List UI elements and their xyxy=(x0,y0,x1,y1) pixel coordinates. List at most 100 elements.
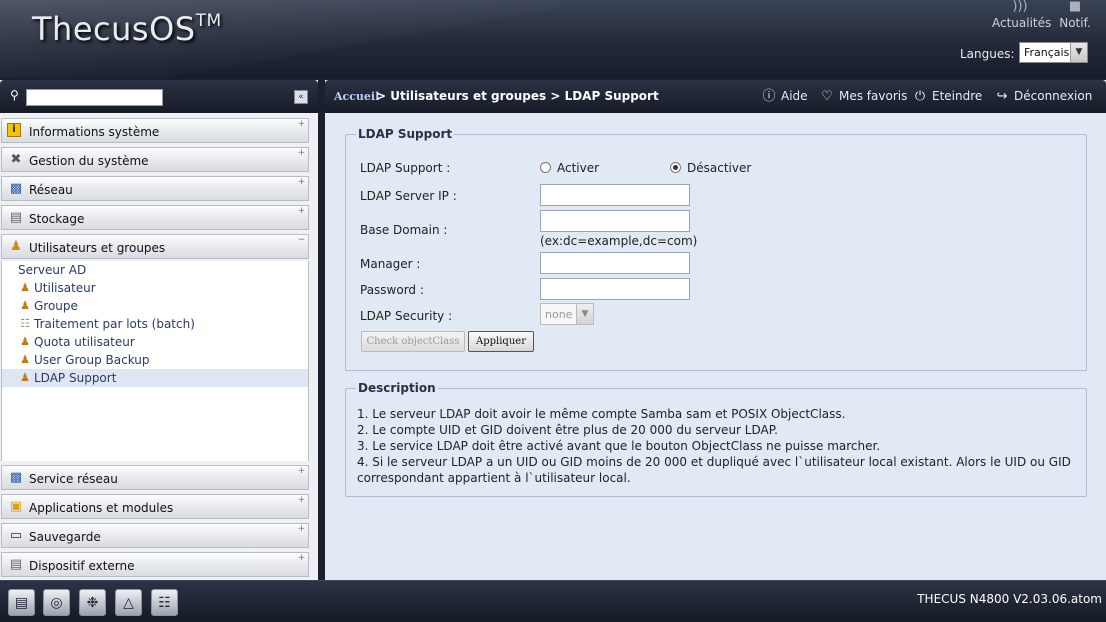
expand-icon[interactable]: + xyxy=(297,120,306,129)
logout-icon: ↪ xyxy=(996,89,1008,104)
service-icon: ▩ xyxy=(9,470,23,485)
menu-category-applications[interactable]: ▣ Applications et modules + xyxy=(1,494,309,519)
logo: ThecusOSTM xyxy=(32,10,222,48)
expand-icon[interactable]: + xyxy=(297,149,306,158)
collapse-icon[interactable]: − xyxy=(297,236,306,245)
expand-icon[interactable]: + xyxy=(297,178,306,187)
menu-category-label: Applications et modules xyxy=(29,501,174,515)
submenu-item-user[interactable]: ♟ Utilisateur xyxy=(2,279,308,297)
expand-icon[interactable]: + xyxy=(297,496,306,505)
manager-label: Manager : xyxy=(360,257,421,271)
submenu-item-ldap-support[interactable]: ♟ LDAP Support xyxy=(2,369,308,387)
submenu-item-ad-server[interactable]: Serveur AD xyxy=(2,261,308,279)
notifications-label: Notif. xyxy=(1059,16,1091,30)
language-value: Français xyxy=(1024,46,1070,59)
version-label: THECUS N4800 V2.03.06.atom xyxy=(917,592,1102,606)
menu-category-label: Informations système xyxy=(29,125,160,139)
news-button[interactable]: ))) Actualités xyxy=(992,0,1051,30)
menu-category-network[interactable]: ▩ Réseau + xyxy=(1,176,309,201)
submenu-item-batch[interactable]: ☷ Traitement par lots (batch) xyxy=(2,315,308,333)
menu-category-label: Dispositif externe xyxy=(29,559,135,573)
search-input[interactable] xyxy=(26,89,163,106)
info-icon: i xyxy=(7,123,21,137)
server-ip-input[interactable] xyxy=(540,184,690,206)
header: ThecusOSTM ))) Actualités ■ Notif. Langu… xyxy=(0,0,1106,78)
notification-icon: ■ xyxy=(1068,0,1082,14)
submenu-item-label: Groupe xyxy=(34,299,78,313)
notifications-button[interactable]: ■ Notif. xyxy=(1054,0,1096,30)
base-domain-input[interactable] xyxy=(540,210,690,232)
status-bar: ▤ ◎ ❉ △ ☷ THECUS N4800 V2.03.06.atom xyxy=(0,580,1106,622)
main-topbar: Accueil > Utilisateurs et groupes > LDAP… xyxy=(325,80,1106,113)
fan-icon[interactable]: ❉ xyxy=(79,589,106,616)
disk-icon[interactable]: ◎ xyxy=(43,589,70,616)
submenu-item-group[interactable]: ♟ Groupe xyxy=(2,297,308,315)
chevron-down-icon[interactable]: ▼ xyxy=(1070,43,1087,62)
submenu-item-user-group-backup[interactable]: ♟ User Group Backup xyxy=(2,351,308,369)
menu-category-system-management[interactable]: ✖ Gestion du système + xyxy=(1,147,309,172)
expand-icon[interactable]: + xyxy=(297,207,306,216)
help-icon: ⓘ xyxy=(762,89,776,104)
security-value: none xyxy=(545,308,573,321)
description-title: Description xyxy=(358,381,436,395)
chevron-down-icon[interactable]: ▼ xyxy=(576,304,593,324)
menu-category-label: Réseau xyxy=(29,183,73,197)
submenu-item-label: Serveur AD xyxy=(18,263,87,277)
language-select[interactable]: Français ▼ xyxy=(1019,42,1088,63)
group-icon: ♟ xyxy=(20,299,30,312)
ldap-panel-title: LDAP Support xyxy=(358,127,453,141)
user-icon: ♟ xyxy=(20,281,30,294)
description-line: 2. Le compte UID et GID doivent être plu… xyxy=(357,423,778,437)
temperature-icon[interactable]: △ xyxy=(115,589,142,616)
apply-button[interactable]: Appliquer xyxy=(468,331,534,352)
expand-icon[interactable]: + xyxy=(297,467,306,476)
logout-button[interactable]: ↪ Déconnexion xyxy=(994,89,1093,104)
check-objectclass-button[interactable]: Check objectClass xyxy=(361,331,465,352)
help-button[interactable]: ⓘ Aide xyxy=(761,89,808,104)
password-label: Password : xyxy=(360,283,424,297)
power-icon: ⏻ xyxy=(914,89,926,104)
tools-icon: ✖ xyxy=(10,152,22,167)
security-select[interactable]: none ▼ xyxy=(540,303,594,325)
disable-radio[interactable] xyxy=(670,162,681,173)
submenu-item-quota[interactable]: ♟ Quota utilisateur xyxy=(2,333,308,351)
submenu-item-label: User Group Backup xyxy=(34,353,150,367)
enable-radio[interactable] xyxy=(540,162,551,173)
quota-icon: ♟ xyxy=(20,335,30,348)
menu-category-network-service[interactable]: ▩ Service réseau + xyxy=(1,465,309,490)
favorites-label: Mes favoris xyxy=(839,89,908,103)
base-domain-hint: (ex:dc=example,dc=com) xyxy=(540,234,698,248)
apps-icon: ▣ xyxy=(9,499,23,514)
expand-icon[interactable]: + xyxy=(297,525,306,534)
network-status-icon[interactable]: ☷ xyxy=(151,589,178,616)
breadcrumb-home-link[interactable]: Accueil xyxy=(334,90,379,103)
menu-category-backup[interactable]: ▭ Sauvegarde + xyxy=(1,523,309,548)
users-groups-submenu: Serveur AD ♟ Utilisateur ♟ Groupe ☷ Trai… xyxy=(1,261,309,461)
security-label: LDAP Security : xyxy=(360,309,453,323)
search-icon: ⚲ xyxy=(10,88,19,102)
help-label: Aide xyxy=(781,89,808,103)
batch-icon: ☷ xyxy=(20,317,30,330)
server-ip-label: LDAP Server IP : xyxy=(360,189,457,203)
manager-input[interactable] xyxy=(540,252,690,274)
main-content: Accueil > Utilisateurs et groupes > LDAP… xyxy=(325,80,1106,580)
ldap-support-label: LDAP Support : xyxy=(360,161,451,175)
storage-icon: ▤ xyxy=(9,210,23,225)
menu-category-label: Service réseau xyxy=(29,472,118,486)
users-icon: ♟ xyxy=(10,239,22,254)
shutdown-button[interactable]: ⏻ Eteindre xyxy=(912,89,982,104)
expand-icon[interactable]: + xyxy=(297,554,306,563)
sidebar: ⚲ « i Informations système + ✖ Gestion d… xyxy=(0,80,318,580)
logout-label: Déconnexion xyxy=(1014,89,1093,103)
system-status-icon[interactable]: ▤ xyxy=(8,589,35,616)
menu-category-system-info[interactable]: i Informations système + xyxy=(1,118,309,143)
collapse-sidebar-button[interactable]: « xyxy=(294,90,308,104)
menu-category-label: Stockage xyxy=(29,212,85,226)
menu-category-external-device[interactable]: ▤ Dispositif externe + xyxy=(1,552,309,577)
favorites-button[interactable]: ♡ Mes favoris xyxy=(819,89,907,104)
enable-label: Activer xyxy=(557,161,600,175)
menu-category-users-groups[interactable]: ♟ Utilisateurs et groupes − xyxy=(1,234,309,259)
password-input[interactable] xyxy=(540,278,690,300)
menu-category-storage[interactable]: ▤ Stockage + xyxy=(1,205,309,230)
menu-category-label: Gestion du système xyxy=(29,154,149,168)
